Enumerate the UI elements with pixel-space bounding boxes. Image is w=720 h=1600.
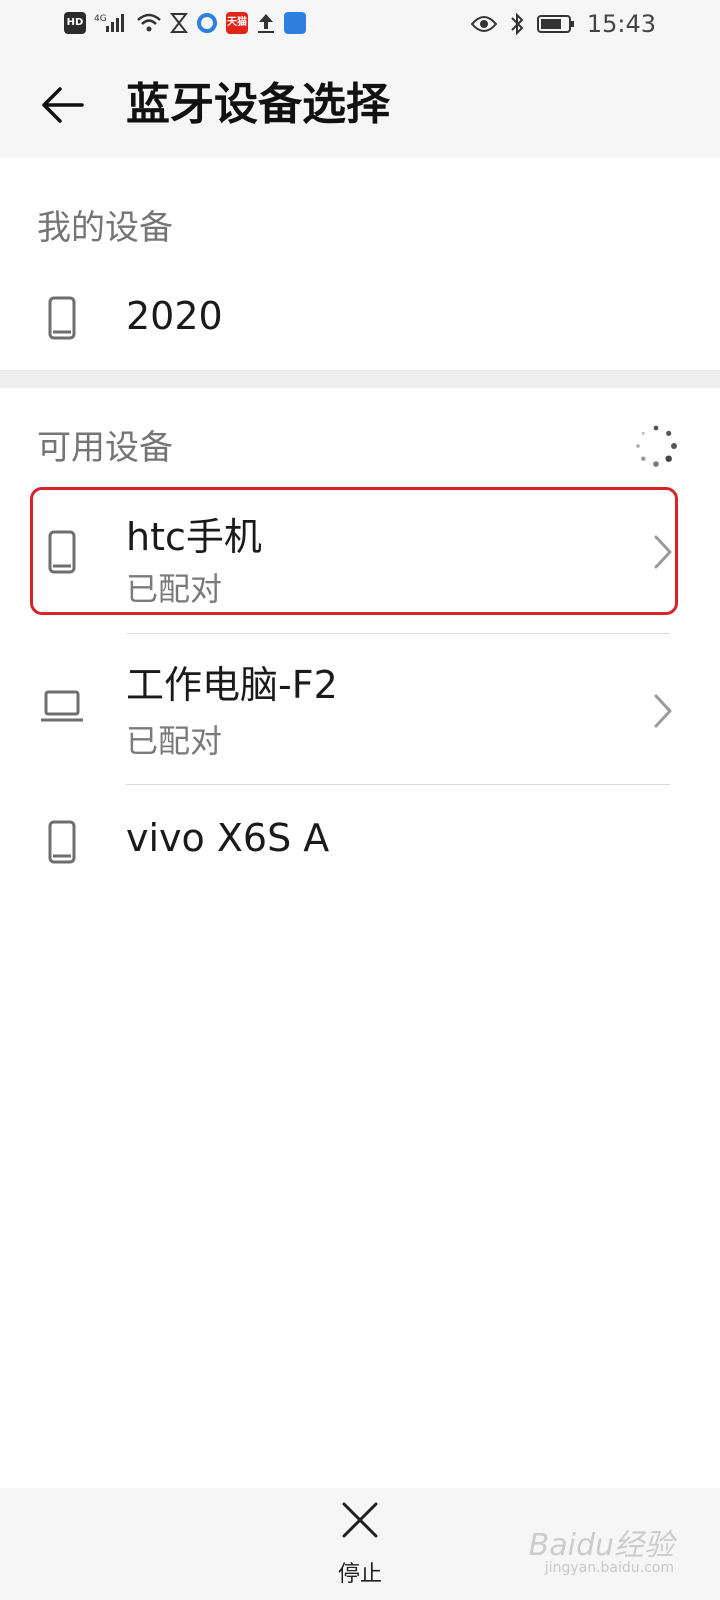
my-devices-section: 我的设备 2020: [0, 158, 720, 370]
my-devices-label: 我的设备: [37, 208, 173, 248]
device-status: 已配对: [126, 570, 223, 608]
device-status: 已配对: [126, 722, 223, 760]
phone-icon: [48, 530, 76, 574]
chevron-right-icon: [654, 694, 672, 728]
status-time: 15:43: [586, 10, 656, 38]
tmall-icon: 天猫: [226, 12, 248, 34]
loading-spinner-icon: [636, 425, 677, 467]
status-icons-left: HD 4G 天猫: [64, 12, 306, 34]
device-name: 工作电脑-F2: [126, 663, 338, 707]
close-icon: [342, 1502, 378, 1538]
stop-label: 停止: [337, 1562, 382, 1587]
status-icons-right: 15:43: [470, 10, 656, 38]
row-divider: [126, 633, 670, 634]
phone-icon: [48, 296, 76, 340]
baidu-watermark-url: jingyan.baidu.com: [544, 1560, 674, 1576]
stop-button[interactable]: 停止: [320, 1500, 400, 1596]
my-device-item[interactable]: 2020: [0, 270, 720, 370]
page-title: 蓝牙设备选择: [126, 79, 390, 130]
available-device-item[interactable]: 工作电脑-F2 已配对: [0, 640, 720, 784]
hourglass-icon: [170, 13, 188, 33]
my-device-name: 2020: [126, 294, 223, 338]
wifi-icon: [137, 13, 161, 32]
chevron-right-icon: [654, 535, 672, 569]
section-divider: [0, 370, 720, 388]
title-bar: 蓝牙设备选择: [0, 52, 720, 158]
battery-icon: [536, 15, 574, 33]
status-bar: HD 4G 天猫 15:43: [0, 0, 720, 52]
row-divider: [126, 784, 670, 785]
available-devices-label: 可用设备: [37, 428, 173, 468]
signal-4g-label: 4G: [94, 14, 107, 24]
phone-icon: [48, 820, 76, 864]
device-name: htc手机: [126, 515, 262, 559]
back-button[interactable]: [38, 80, 88, 130]
browser-icon: [197, 13, 217, 33]
hd-icon: HD: [64, 12, 86, 34]
available-device-item[interactable]: htc手机 已配对: [0, 490, 720, 614]
baidu-watermark: Baidu经验: [528, 1528, 674, 1563]
back-arrow-icon: [42, 87, 84, 123]
bluetooth-icon: [511, 12, 524, 36]
app-icon: [284, 12, 306, 34]
signal-4g-icon: 4G: [94, 14, 124, 32]
eye-icon: [470, 16, 497, 32]
device-name: vivo X6S A: [126, 816, 330, 860]
laptop-icon: [41, 690, 83, 722]
available-device-item[interactable]: vivo X6S A: [0, 790, 720, 900]
upload-icon: [258, 14, 274, 33]
